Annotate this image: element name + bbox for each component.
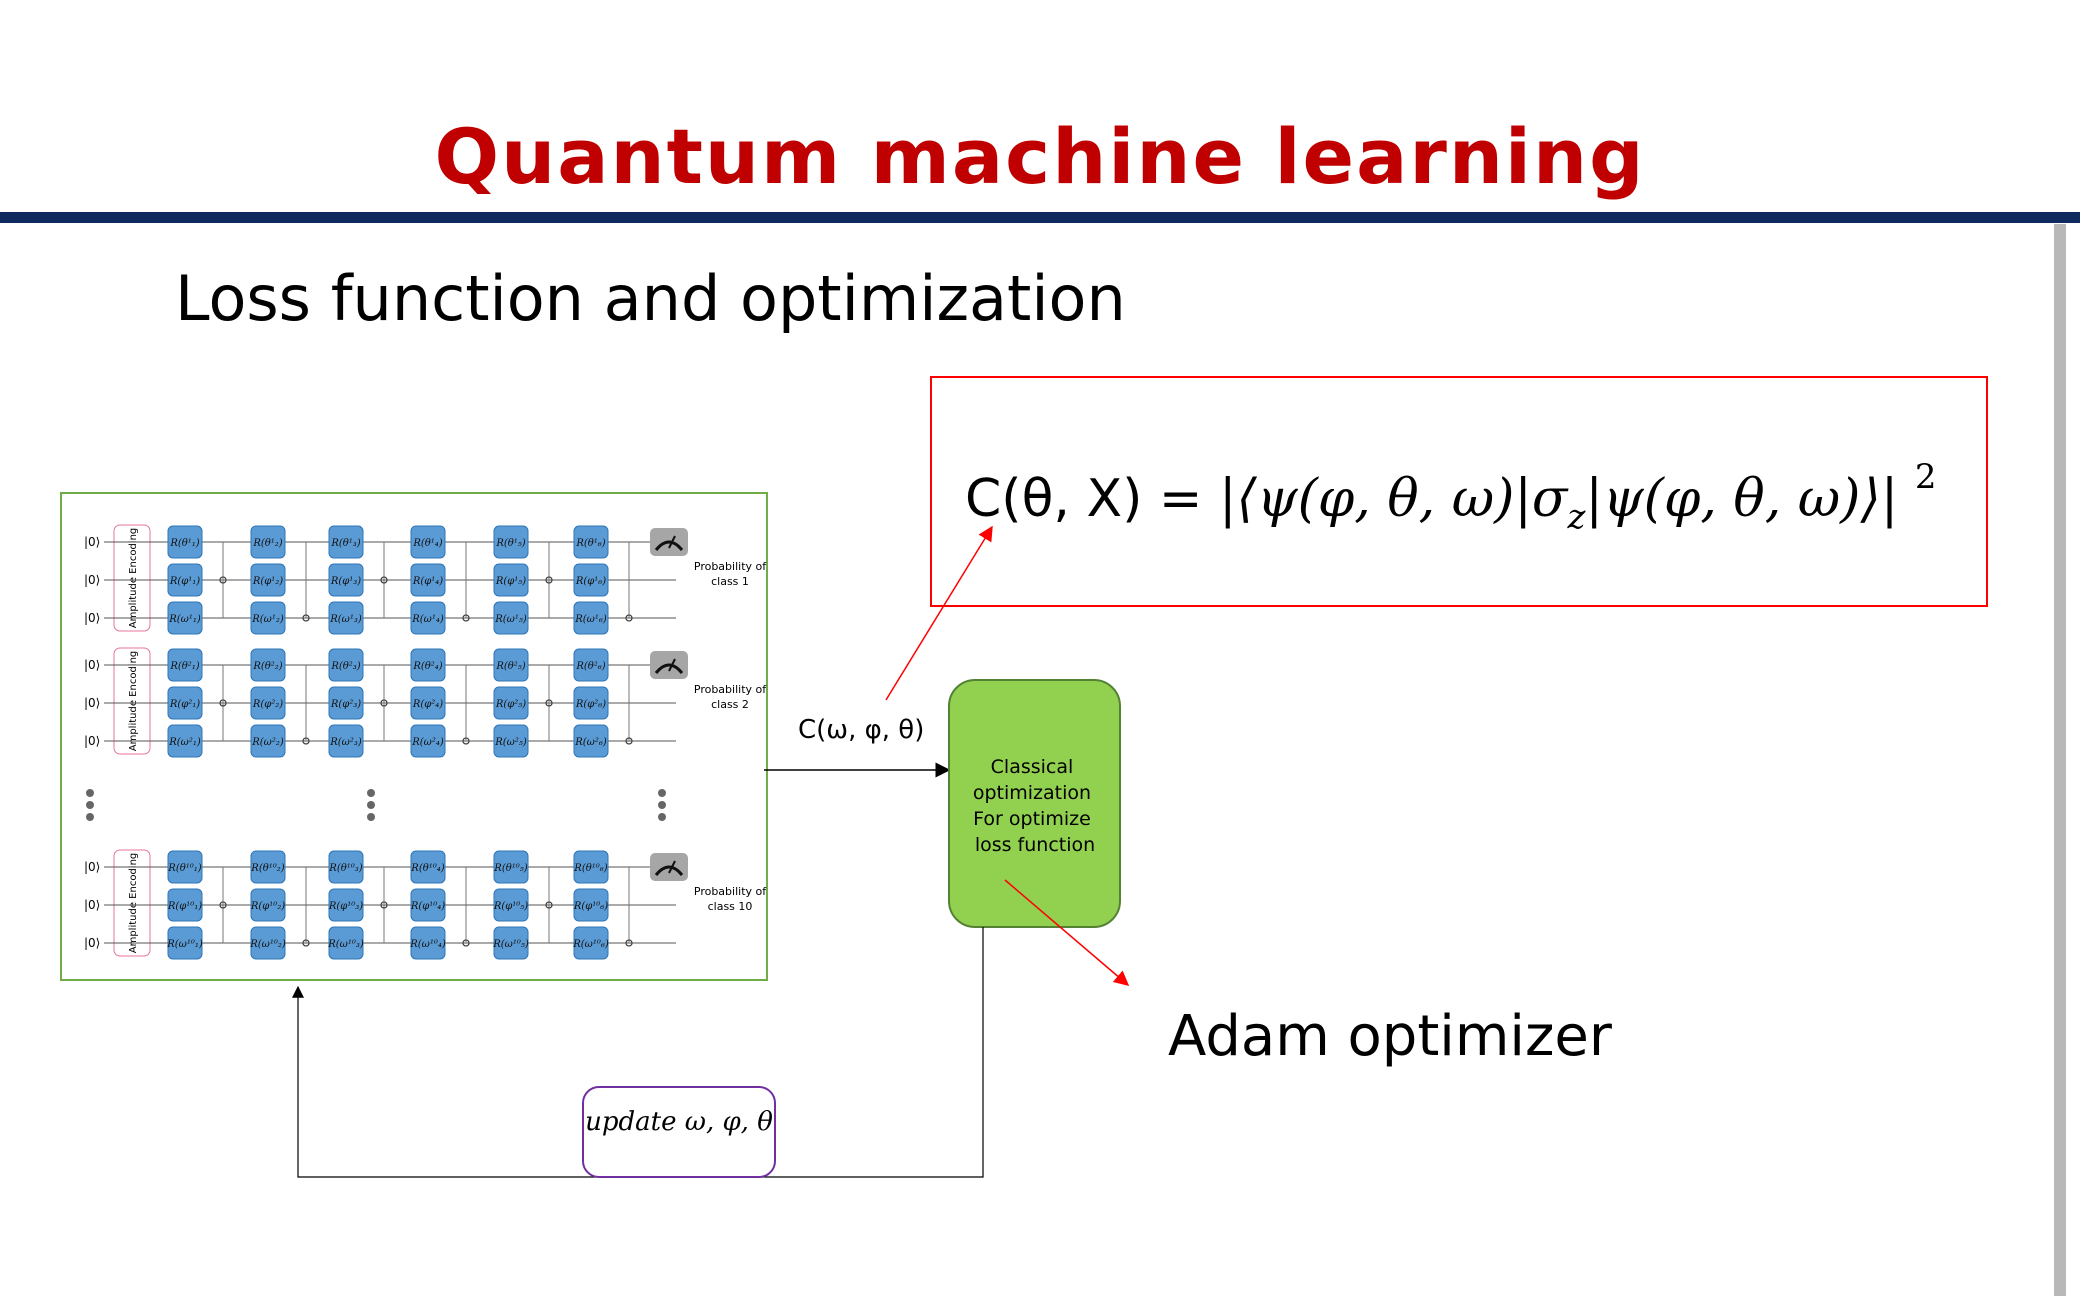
gate-label: R(ω¹⁰₃): [327, 939, 364, 950]
gate-label: R(ω²₆): [574, 737, 607, 748]
qubit-label: |0⟩: [84, 860, 100, 874]
encoding-label: Amplitude Encoding: [128, 528, 139, 629]
loss-formula: C(θ, X) = |⟨ψ(φ, θ, ω)|σz|ψ(φ, θ, ω)⟩| 2: [965, 457, 1936, 537]
gate-label: R(ω¹₃): [329, 614, 362, 625]
gate-label: R(φ¹⁰₁): [167, 901, 202, 912]
update-label: update ω, φ, θ: [585, 1107, 773, 1137]
gate-label: R(ω¹⁰₁): [166, 939, 203, 950]
gate-label: R(ω²₄): [411, 737, 444, 748]
gate-label: R(φ¹⁰₃): [328, 901, 363, 912]
gate-label: R(θ¹₂): [252, 538, 282, 549]
gate-label: R(θ²₂): [252, 661, 282, 672]
adam-optimizer-label: Adam optimizer: [1168, 1004, 1613, 1069]
gate-label: R(ω²₁): [168, 737, 201, 748]
gate-label: R(φ²₆): [575, 699, 606, 710]
gate-label: R(ω¹₆): [574, 614, 607, 625]
probability-label: Probability of: [694, 560, 767, 573]
gate-label: R(ω¹⁰₆): [572, 939, 609, 950]
gate-label: R(θ²₄): [412, 661, 442, 672]
ellipsis-dot: [86, 813, 94, 821]
gate-label: R(φ¹₁): [169, 576, 200, 587]
gate-label: R(φ¹₅): [495, 576, 526, 587]
cost-label: C(ω, φ, θ): [798, 715, 924, 745]
encoding-label: Amplitude Encoding: [128, 651, 139, 752]
ellipsis-dot: [367, 813, 375, 821]
gate-label: R(ω¹⁰₄): [409, 939, 446, 950]
diagram-canvas: Amplitude Encoding |0⟩ R(θ¹₁) R(θ¹₂) R(θ¹₃) R…: [60, 376, 1988, 1178]
gate-label: R(φ²₄): [412, 699, 443, 710]
gate-label: R(ω²₅): [494, 737, 527, 748]
probability-class-label: class 10: [708, 900, 753, 913]
probability-label: Probability of: [694, 683, 767, 696]
probability-class-label: class 1: [711, 575, 749, 588]
gate-label: R(θ¹₄): [412, 538, 442, 549]
gate-label: R(ω¹⁰₅): [492, 939, 529, 950]
gate-label: R(φ¹₂): [252, 576, 283, 587]
gate-label: R(ω¹₅): [494, 614, 527, 625]
gate-label: R(θ¹₃): [330, 538, 360, 549]
gate-label: R(φ¹₆): [575, 576, 606, 587]
qubit-label: |0⟩: [84, 658, 100, 672]
gate-label: R(ω¹⁰₂): [249, 939, 286, 950]
gate-label: R(φ²₁): [169, 699, 200, 710]
gate-label: R(φ¹⁰₂): [250, 901, 285, 912]
qubit-label: |0⟩: [84, 936, 100, 950]
gate-label: R(θ²₁): [169, 661, 199, 672]
gate-label: R(θ¹⁰₁): [167, 863, 201, 874]
gate-label: R(φ¹₃): [330, 576, 361, 587]
qubit-label: |0⟩: [84, 535, 100, 549]
gate-label: R(θ¹⁰₂): [250, 863, 284, 874]
ellipsis-dot: [86, 801, 94, 809]
probability-class-label: class 2: [711, 698, 749, 711]
ellipsis-dot: [367, 801, 375, 809]
gate-label: R(φ²₂): [252, 699, 283, 710]
gate-label: R(φ²₅): [495, 699, 526, 710]
gate-label: R(θ¹₅): [495, 538, 525, 549]
gate-label: R(θ¹⁰₄): [410, 863, 444, 874]
gate-label: R(θ²₆): [575, 661, 605, 672]
ellipsis-dot: [86, 789, 94, 797]
gate-label: R(θ¹₆): [575, 538, 605, 549]
gate-label: R(θ¹⁰₅): [493, 863, 527, 874]
gate-label: R(φ¹₄): [412, 576, 443, 587]
gate-label: R(φ¹⁰₅): [493, 901, 528, 912]
encoding-label: Amplitude Encoding: [128, 853, 139, 954]
ellipsis-dot: [658, 801, 666, 809]
probability-label: Probability of: [694, 885, 767, 898]
gate-label: R(θ²₃): [330, 661, 360, 672]
qubit-label: |0⟩: [84, 611, 100, 625]
qubit-label: |0⟩: [84, 898, 100, 912]
gate-label: R(φ²₃): [330, 699, 361, 710]
gate-label: R(ω²₂): [251, 737, 284, 748]
ellipsis-dot: [658, 789, 666, 797]
qubit-label: |0⟩: [84, 696, 100, 710]
gate-label: R(θ²₅): [495, 661, 525, 672]
gate-label: R(θ¹⁰₆): [573, 863, 607, 874]
qubit-label: |0⟩: [84, 734, 100, 748]
ellipsis-dot: [367, 789, 375, 797]
gate-label: R(φ¹⁰₄): [410, 901, 445, 912]
gate-label: R(ω¹₂): [251, 614, 284, 625]
formula-arrow: [885, 525, 993, 701]
gate-label: R(ω¹₁): [168, 614, 201, 625]
ellipsis-dot: [658, 813, 666, 821]
qubit-label: |0⟩: [84, 573, 100, 587]
gate-label: R(ω¹₄): [411, 614, 444, 625]
gate-label: R(θ¹⁰₃): [328, 863, 362, 874]
gate-label: R(φ¹⁰₆): [573, 901, 608, 912]
gate-label: R(θ¹₁): [169, 538, 199, 549]
gate-label: R(ω²₃): [329, 737, 362, 748]
